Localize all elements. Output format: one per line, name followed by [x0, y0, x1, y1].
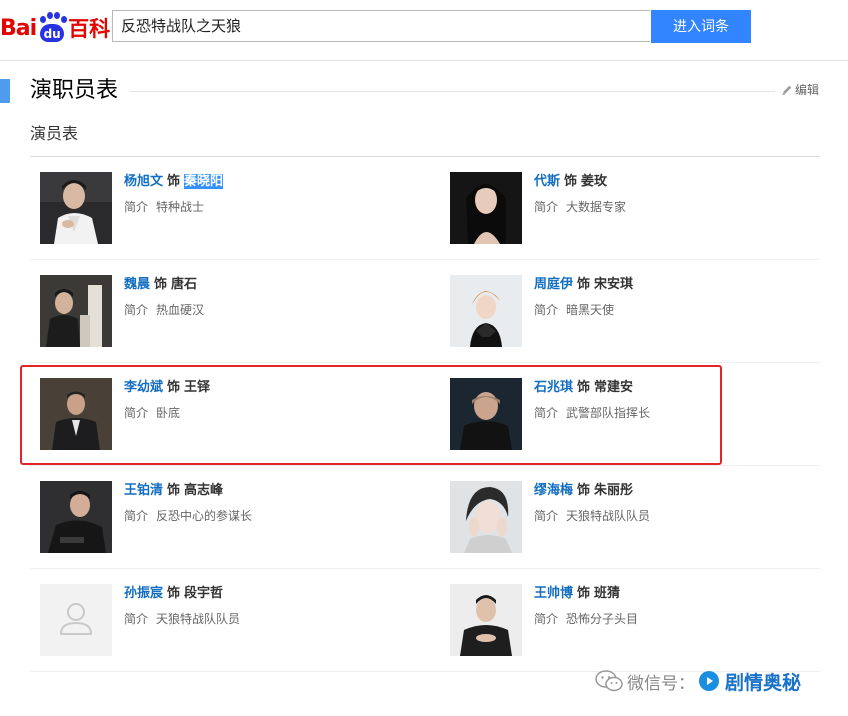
as-label: 饰 — [167, 483, 181, 498]
as-label: 饰 — [167, 586, 181, 601]
annotation-highlight-box — [20, 365, 722, 465]
as-label: 饰 — [577, 483, 591, 498]
actor-photo[interactable] — [450, 275, 522, 347]
intro-label: 简介 — [534, 303, 559, 317]
as-label: 饰 — [154, 277, 168, 292]
logo-bai-text: Bai — [0, 16, 37, 41]
cast-subsection-title: 演员表 — [30, 124, 79, 143]
play-icon — [699, 671, 719, 691]
pencil-icon — [782, 85, 792, 95]
as-label: 饰 — [167, 174, 181, 189]
cast-item: 代斯饰姜玫 简介 大数据专家 — [450, 172, 810, 246]
intro-label: 简介 — [534, 509, 559, 523]
intro-label: 简介 — [534, 200, 559, 214]
role-name: 姜玫 — [581, 174, 608, 189]
intro-label: 简介 — [534, 612, 559, 626]
wechat-watermark: 微信号： 剧情奥秘 — [595, 666, 801, 696]
search-input[interactable] — [112, 10, 650, 42]
actor-name-link[interactable]: 王帅博 — [534, 586, 573, 601]
cast-intro: 简介 天狼特战队队员 — [534, 508, 650, 524]
actor-photo[interactable] — [40, 481, 112, 553]
intro-label: 简介 — [124, 303, 149, 317]
actor-photo[interactable] — [40, 172, 112, 244]
intro-text: 天狼特战队队员 — [156, 612, 241, 626]
actor-name-link[interactable]: 魏晨 — [124, 277, 150, 292]
intro-label: 简介 — [124, 509, 149, 523]
cast-name-line: 魏晨饰唐石 — [124, 276, 197, 294]
cast-item: 王帅博饰班猜 简介 恐怖分子头目 — [450, 584, 810, 658]
enter-entry-button[interactable]: 进入词条 — [651, 10, 751, 43]
cast-intro: 简介 暗黑天使 — [534, 302, 614, 318]
cast-name-line: 代斯饰姜玫 — [534, 173, 607, 191]
cast-item: 魏晨饰唐石 简介 热血硬汉 — [40, 275, 400, 349]
role-name: 班猜 — [594, 586, 621, 601]
actor-photo[interactable] — [40, 275, 112, 347]
logo-baike-text: 百科 — [68, 17, 111, 41]
role-name: 朱丽彤 — [594, 483, 634, 498]
edit-link[interactable]: 编辑 — [781, 82, 819, 98]
cast-intro: 简介 热血硬汉 — [124, 302, 204, 318]
cast-name-line: 杨旭文饰秦晓阳 — [124, 173, 224, 191]
cast-name-line: 孙振宸饰段宇哲 — [124, 585, 223, 603]
cast-name-line: 王帅博饰班猜 — [534, 585, 620, 603]
actor-name-link[interactable]: 杨旭文 — [124, 174, 163, 189]
role-name: 唐石 — [171, 277, 198, 292]
section-marker — [0, 79, 10, 103]
cast-item: 王铂清饰高志峰 简介 反恐中心的参谋长 — [40, 481, 400, 555]
top-bar: Bai du 百科 进入词条 — [0, 0, 848, 61]
actor-name-link[interactable]: 王铂清 — [124, 483, 163, 498]
actor-name-link[interactable]: 孙振宸 — [124, 586, 163, 601]
intro-text: 特种战士 — [156, 200, 205, 214]
as-label: 饰 — [577, 277, 591, 292]
cast-item: 孙振宸饰段宇哲 简介 天狼特战队队员 — [40, 584, 400, 658]
role-name: 段宇哲 — [184, 586, 224, 601]
cast-intro: 简介 天狼特战队队员 — [124, 611, 240, 627]
as-label: 饰 — [577, 586, 591, 601]
row-divider — [30, 259, 820, 260]
actor-name-link[interactable]: 代斯 — [534, 174, 560, 189]
actor-name-link[interactable]: 缪海梅 — [534, 483, 573, 498]
intro-label: 简介 — [124, 612, 149, 626]
watermark-brand: 剧情奥秘 — [725, 671, 802, 694]
intro-text: 恐怖分子头目 — [566, 612, 639, 626]
as-label: 饰 — [564, 174, 578, 189]
actor-name-link[interactable]: 周庭伊 — [534, 277, 573, 292]
row-divider — [30, 465, 820, 466]
row-divider — [30, 568, 820, 569]
wechat-icon — [595, 670, 623, 692]
intro-text: 暗黑天使 — [566, 303, 615, 317]
intro-text: 大数据专家 — [566, 200, 627, 214]
cast-intro: 简介 大数据专家 — [534, 199, 626, 215]
cast-name-line: 王铂清饰高志峰 — [124, 482, 223, 500]
cast-intro: 简介 特种战士 — [124, 199, 204, 215]
role-name: 宋安琪 — [594, 277, 634, 292]
subsection-divider — [30, 156, 820, 157]
watermark-text: 微信号： — [627, 673, 695, 694]
intro-text: 热血硬汉 — [156, 303, 205, 317]
section-title: 演职员表 — [30, 78, 119, 103]
actor-photo[interactable] — [450, 481, 522, 553]
cast-intro: 简介 恐怖分子头目 — [534, 611, 638, 627]
actor-photo[interactable] — [450, 172, 522, 244]
baidu-baike-logo[interactable]: Bai du 百科 — [0, 8, 110, 42]
default-avatar-icon[interactable] — [40, 584, 112, 656]
intro-label: 简介 — [124, 200, 149, 214]
intro-text: 反恐中心的参谋长 — [156, 509, 253, 523]
role-name: 高志峰 — [184, 483, 224, 498]
cast-name-line: 周庭伊饰宋安琪 — [534, 276, 633, 294]
cast-item: 周庭伊饰宋安琪 简介 暗黑天使 — [450, 275, 810, 349]
section-divider — [130, 91, 775, 92]
intro-text: 天狼特战队队员 — [566, 509, 651, 523]
cast-item: 杨旭文饰秦晓阳 简介 特种战士 — [40, 172, 400, 246]
cast-intro: 简介 反恐中心的参谋长 — [124, 508, 252, 524]
cast-item: 缪海梅饰朱丽彤 简介 天狼特战队队员 — [450, 481, 810, 555]
actor-photo[interactable] — [450, 584, 522, 656]
cast-name-line: 缪海梅饰朱丽彤 — [534, 482, 633, 500]
paw-icon: du — [37, 12, 68, 42]
edit-label: 编辑 — [795, 83, 820, 97]
role-name-selected: 秦晓阳 — [184, 174, 224, 189]
row-divider — [30, 362, 820, 363]
